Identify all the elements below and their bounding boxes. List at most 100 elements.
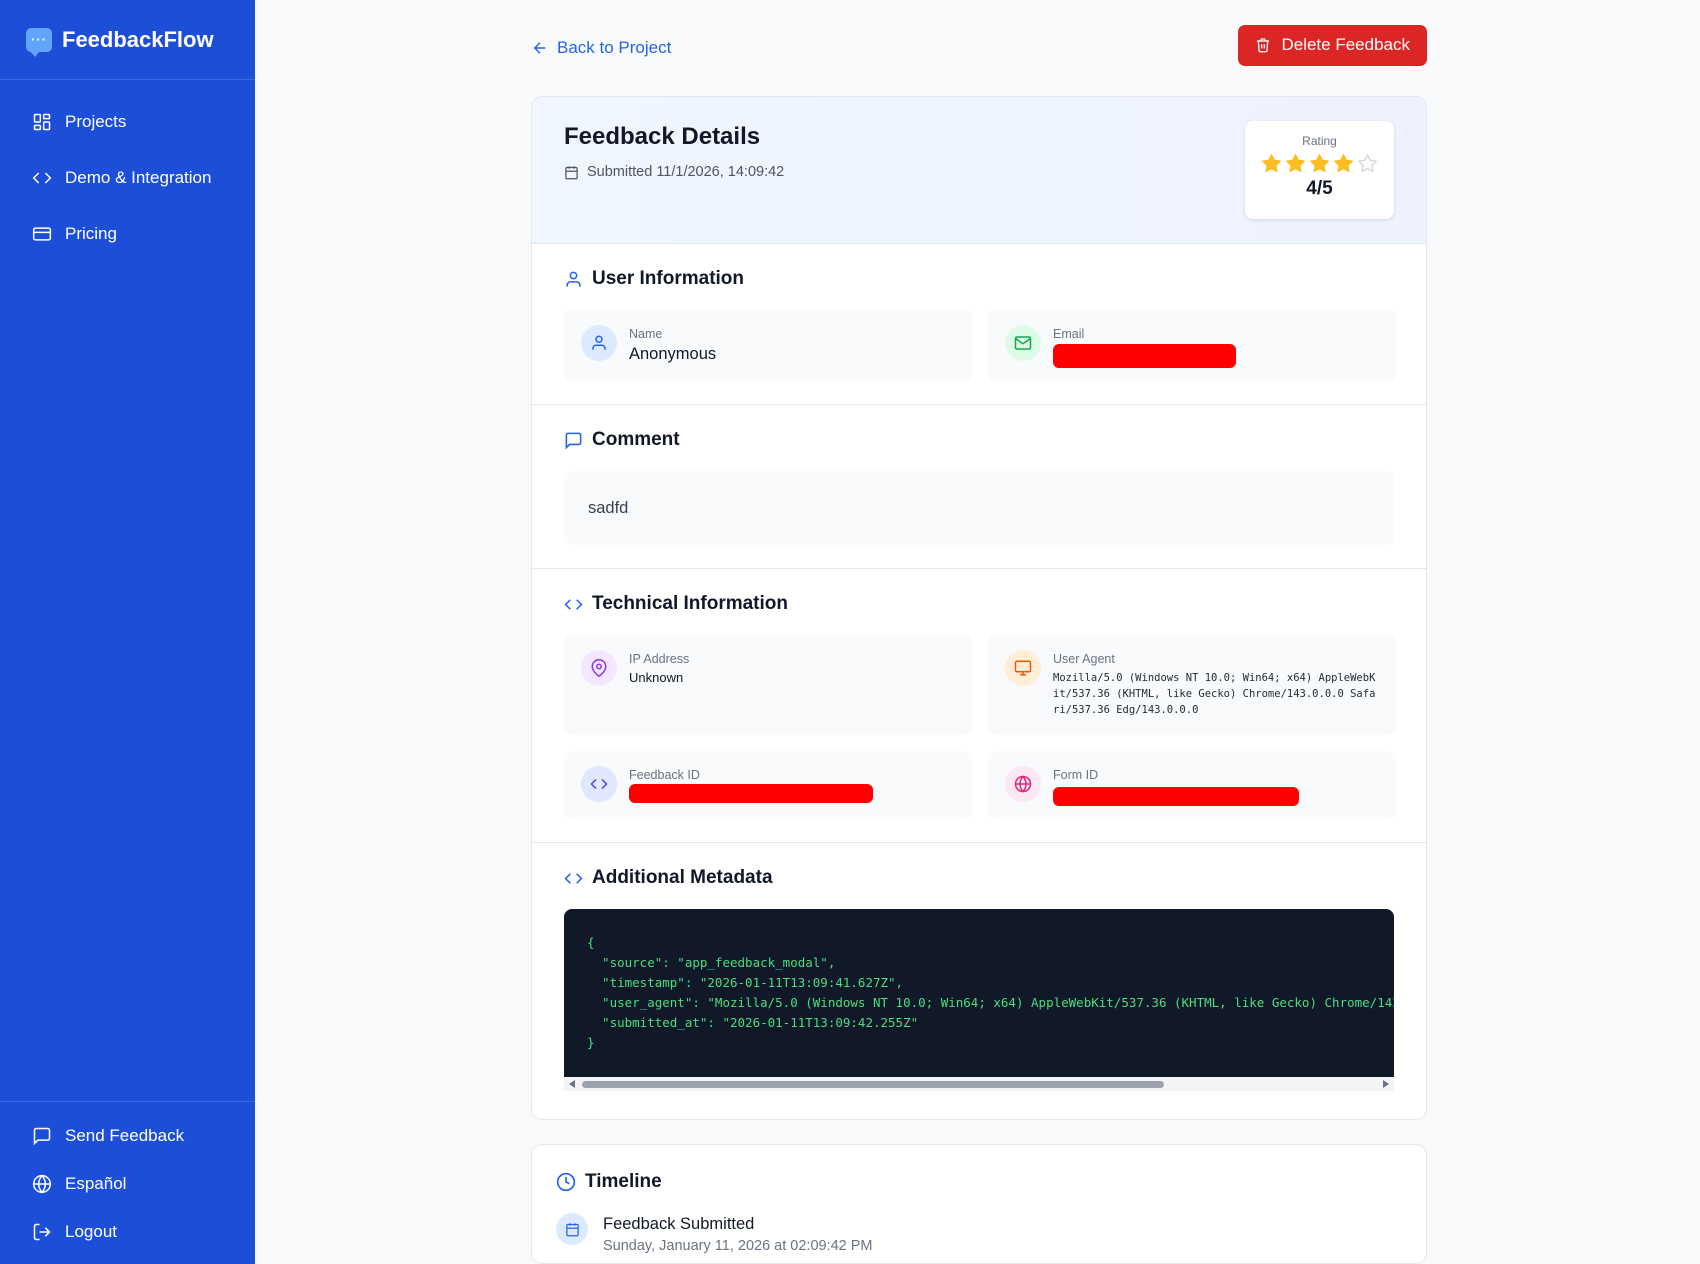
- card-header: Feedback Details Submitted 11/1/2026, 14…: [532, 97, 1426, 244]
- sidebar-nav: Projects Demo & Integration Pricing: [0, 80, 255, 262]
- section-title: Comment: [564, 429, 1394, 451]
- code-icon: [581, 766, 617, 802]
- form-id-label: Form ID: [1053, 768, 1099, 782]
- sidebar-item-label: Projects: [65, 112, 127, 131]
- timeline-event-name: Feedback Submitted: [603, 1215, 755, 1233]
- form-id-field: Form ID: [988, 751, 1396, 819]
- grid-icon: [33, 113, 51, 131]
- feedback-details-card: Feedback Details Submitted 11/1/2026, 14…: [531, 96, 1427, 1120]
- section-title-text: User Information: [592, 268, 745, 289]
- name-label: Name: [629, 327, 663, 341]
- sidebar-item-label: Español: [65, 1174, 127, 1193]
- feedback-id-redacted: [629, 784, 873, 803]
- technical-grid: IP Address Unknown User Agent Mozilla/5.…: [564, 635, 1396, 819]
- message-icon: [565, 432, 582, 450]
- globe-icon: [32, 1174, 52, 1194]
- form-id-redacted: [1053, 787, 1299, 806]
- trash-icon: [1257, 38, 1270, 53]
- timeline-title-text: Timeline: [585, 1171, 662, 1192]
- credit-card-icon: [32, 227, 52, 241]
- section-title-text: Comment: [592, 429, 680, 450]
- arrow-left-icon: [533, 42, 546, 54]
- user-info-grid: Name Anonymous Email: [564, 310, 1396, 381]
- timeline-item: Feedback Submitted Sunday, January 11, 2…: [556, 1213, 1402, 1254]
- comment-section: Comment sadfd: [532, 405, 1426, 569]
- globe-icon: [1005, 766, 1041, 802]
- logout-button[interactable]: Logout: [0, 1208, 255, 1256]
- monitor-icon: [1005, 650, 1041, 686]
- brand[interactable]: ··· FeedbackFlow: [0, 0, 255, 80]
- sidebar-item-demo-integration[interactable]: Demo & Integration: [0, 150, 255, 206]
- user-information-section: User Information Name Anonymous Email: [532, 244, 1426, 405]
- timeline-event-date: Sunday, January 11, 2026 at 02:09:42 PM: [603, 1238, 873, 1254]
- rating-stars: [1245, 153, 1394, 174]
- delete-button-label: Delete Feedback: [1281, 35, 1410, 54]
- star-filled-icon: [1262, 154, 1281, 173]
- comment-text: sadfd: [564, 471, 1394, 545]
- rating-value: 4/5: [1306, 178, 1333, 199]
- logout-icon: [33, 1223, 51, 1241]
- clock-icon: [556, 1172, 576, 1192]
- user-icon: [581, 325, 617, 361]
- user-agent-label: User Agent: [1053, 652, 1115, 666]
- star-empty-icon: [1358, 154, 1377, 173]
- brand-name: FeedbackFlow: [62, 26, 214, 52]
- rating-box: Rating 4/5: [1245, 121, 1394, 219]
- user-icon: [566, 271, 581, 287]
- section-title: Technical Information: [564, 593, 1394, 615]
- sidebar: ··· FeedbackFlow Projects Demo & Integra…: [0, 0, 255, 1264]
- sidebar-item-label: Send Feedback: [65, 1126, 185, 1145]
- section-title-text: Technical Information: [592, 593, 789, 614]
- user-agent-value: Mozilla/5.0 (Windows NT 10.0; Win64; x64…: [1053, 672, 1376, 716]
- user-agent-field: User Agent Mozilla/5.0 (Windows NT 10.0;…: [988, 635, 1396, 735]
- feedback-id-label: Feedback ID: [629, 768, 700, 782]
- section-title-text: Additional Metadata: [592, 867, 773, 888]
- language-switch[interactable]: Español: [0, 1160, 255, 1208]
- section-title: User Information: [564, 268, 1394, 290]
- timeline-card: Timeline Feedback Submitted Sunday, Janu…: [531, 1144, 1427, 1264]
- topbar: Back to Project Delete Feedback: [531, 0, 1427, 96]
- code-icon: [564, 598, 583, 610]
- additional-metadata-section: Additional Metadata { "source": "app_fee…: [532, 843, 1426, 1119]
- name-field: Name Anonymous: [564, 310, 972, 381]
- star-filled-icon: [1286, 154, 1305, 173]
- email-redacted: [1053, 344, 1236, 368]
- mail-icon: [1005, 325, 1041, 361]
- map-pin-icon: [581, 650, 617, 686]
- code-icon: [32, 172, 52, 184]
- horizontal-scrollbar[interactable]: [564, 1077, 1394, 1091]
- chat-bubble-icon: ···: [26, 27, 52, 57]
- metadata-code-block[interactable]: { "source": "app_feedback_modal", "times…: [564, 909, 1394, 1091]
- sidebar-item-projects[interactable]: Projects: [0, 94, 255, 150]
- timeline-title: Timeline: [556, 1171, 1402, 1193]
- main-content: Back to Project Delete Feedback Feedback…: [531, 0, 1427, 1264]
- sidebar-item-label: Pricing: [65, 224, 117, 243]
- sidebar-item-label: Demo & Integration: [65, 168, 212, 187]
- sidebar-item-label: Logout: [65, 1222, 117, 1241]
- rating-label: Rating: [1302, 134, 1337, 148]
- name-value: Anonymous: [629, 345, 717, 363]
- send-feedback-button[interactable]: Send Feedback: [0, 1112, 255, 1160]
- email-field: Email: [988, 310, 1396, 381]
- code-icon: [564, 872, 583, 884]
- feedback-id-field: Feedback ID: [564, 751, 972, 819]
- submitted-text: Submitted 11/1/2026, 14:09:42: [587, 164, 785, 180]
- metadata-json: { "source": "app_feedback_modal", "times…: [564, 909, 1394, 1077]
- back-to-project-link[interactable]: Back to Project: [531, 38, 671, 58]
- scroll-left-icon[interactable]: [569, 1080, 575, 1088]
- section-title: Additional Metadata: [564, 867, 1394, 889]
- sidebar-footer: Send Feedback Español Logout: [0, 1101, 255, 1264]
- star-filled-icon: [1334, 154, 1353, 173]
- email-label: Email: [1053, 327, 1085, 341]
- scrollbar-thumb[interactable]: [582, 1081, 1164, 1088]
- ip-address-field: IP Address Unknown: [564, 635, 972, 735]
- back-link-label: Back to Project: [557, 38, 672, 57]
- scroll-right-icon[interactable]: [1383, 1080, 1389, 1088]
- delete-feedback-button[interactable]: Delete Feedback: [1238, 24, 1427, 66]
- sidebar-item-pricing[interactable]: Pricing: [0, 206, 255, 262]
- star-filled-icon: [1310, 154, 1329, 173]
- ip-value: Unknown: [629, 670, 684, 685]
- message-icon: [33, 1127, 51, 1146]
- technical-information-section: Technical Information IP Address Unknown: [532, 569, 1426, 843]
- calendar-icon: [556, 1213, 588, 1245]
